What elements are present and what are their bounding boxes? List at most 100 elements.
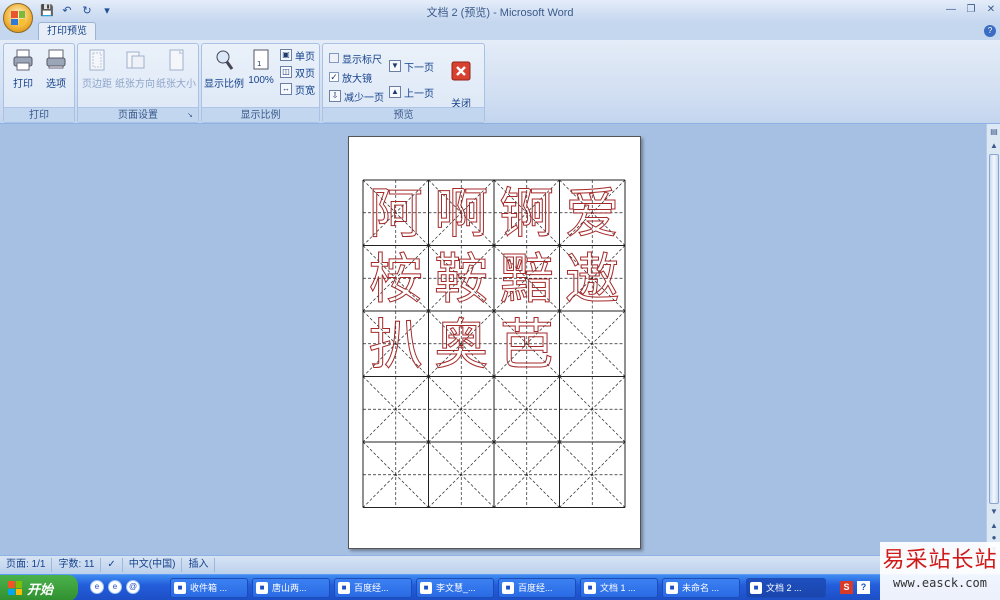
practice-character: 桉: [369, 247, 423, 310]
task-app-icon: ■: [750, 582, 762, 594]
taskbar-task[interactable]: ■ 李文慧_...: [416, 578, 494, 598]
orientation-icon: [126, 51, 145, 69]
task-label: 百度经...: [354, 583, 389, 593]
taskbar-task[interactable]: ■ 文档 1 ...: [580, 578, 658, 598]
next-page-button[interactable]: ▼ 下一页: [389, 58, 434, 74]
show-ruler-check-icon: [329, 53, 339, 63]
antivirus-tray-icon[interactable]: S: [840, 581, 853, 594]
practice-character: 锕: [500, 182, 554, 245]
office-logo-icon: [11, 11, 25, 25]
group-print: 打印 选项 打印: [3, 43, 75, 123]
prev-page-icon: ▲: [389, 86, 401, 98]
print-options-icon: [46, 49, 66, 69]
two-pages-button[interactable]: ◫ 双页: [280, 64, 315, 80]
options-button[interactable]: 选项: [40, 48, 72, 90]
taskbar-task[interactable]: ■ 未命名 ...: [662, 578, 740, 598]
group-label-print: 打印: [4, 107, 74, 122]
practice-character: 奥: [434, 313, 488, 376]
tianzige-grid: 阿啊锕爱桉鞍黯遨扒奥芭: [362, 179, 626, 508]
ribbon: 打印 选项 打印 页边距 纸张方向 纸张大小 页面设置 ↘ 显示比例 1 100…: [0, 40, 1000, 124]
zoom-100-button[interactable]: 1 100%: [246, 48, 276, 86]
ruler-toggle-icon[interactable]: ▤: [988, 126, 1000, 138]
task-app-icon: ■: [256, 582, 268, 594]
task-label: 李文慧_...: [436, 583, 476, 593]
office-button[interactable]: [3, 3, 33, 33]
page-width-button[interactable]: ↔ 页宽: [280, 81, 315, 97]
status-page[interactable]: 页面: 1/1: [0, 558, 53, 572]
magnifier-icon: [216, 50, 234, 70]
task-label: 未命名 ...: [682, 583, 720, 593]
group-page-setup: 页边距 纸张方向 纸张大小 页面设置 ↘: [77, 43, 199, 123]
browser-icon[interactable]: e: [90, 580, 104, 594]
print-button[interactable]: 打印: [8, 48, 38, 90]
zoom-button[interactable]: 显示比例: [204, 48, 244, 90]
svg-text:1: 1: [257, 60, 261, 68]
task-label: 唐山两...: [272, 583, 307, 593]
windows-flag-icon: [8, 581, 22, 595]
status-language[interactable]: 中文(中国): [123, 558, 183, 572]
one-page-button[interactable]: ▣ 单页: [280, 47, 315, 63]
show-ruler-checkbox[interactable]: 显示标尺: [329, 50, 382, 66]
ie-icon[interactable]: e: [108, 580, 122, 594]
margins-button[interactable]: 页边距: [80, 48, 114, 90]
practice-character: 鞍: [434, 247, 488, 310]
minimize-button[interactable]: —: [944, 3, 958, 17]
task-app-icon: ■: [584, 582, 596, 594]
status-insert-mode[interactable]: 插入: [182, 558, 216, 572]
title-bar: 💾 ↶ ↻ ▾ 文档 2 (预览) - Microsoft Word — ❐ ✕: [0, 0, 1000, 22]
start-button[interactable]: 开始: [0, 575, 78, 600]
close-window-button[interactable]: ✕: [984, 3, 998, 17]
one-page-icon: ▣: [280, 49, 292, 61]
two-pages-icon: ◫: [280, 66, 292, 78]
taskbar-task[interactable]: ■ 唐山两...: [252, 578, 330, 598]
magnifier-checkbox[interactable]: ✓ 放大镜: [329, 69, 372, 85]
close-preview-icon: [451, 61, 471, 81]
page-size-icon: [169, 49, 184, 71]
prev-browse-icon[interactable]: ▲: [988, 520, 1000, 532]
restore-button[interactable]: ❐: [964, 3, 978, 17]
help-tray-icon[interactable]: ?: [857, 581, 870, 594]
shrink-one-page-button[interactable]: ⇩ 减少一页: [329, 88, 384, 104]
tab-print-preview[interactable]: 打印预览: [38, 22, 96, 40]
status-words[interactable]: 字数: 11: [52, 558, 102, 572]
taskbar: 开始 e e @ ■ 收件箱 ... ■ 唐山两... ■ 百度经... ■ 李文慧_... ■…: [0, 574, 1000, 600]
preview-page[interactable]: 阿啊锕爱桉鞍黯遨扒奥芭: [348, 136, 641, 549]
practice-character: 芭: [500, 313, 554, 376]
next-page-icon: ▼: [389, 60, 401, 72]
taskbar-task[interactable]: ■ 收件箱 ...: [170, 578, 248, 598]
practice-character: 扒: [369, 313, 423, 376]
page-size-button[interactable]: 纸张大小: [156, 48, 196, 90]
watermark-url: www.easck.com: [893, 576, 987, 590]
task-app-icon: ■: [502, 582, 514, 594]
orientation-button[interactable]: 纸张方向: [115, 48, 155, 90]
prev-page-button[interactable]: ▲ 上一页: [389, 84, 434, 100]
group-preview: 显示标尺 ✓放大镜 ⇩减少一页 ▼下一页 ▲上一页 关闭 打印预览 预览: [322, 43, 485, 123]
help-icon[interactable]: ?: [984, 25, 996, 37]
window-title: 文档 2 (预览) - Microsoft Word: [426, 7, 574, 19]
quick-launch: e e @: [90, 580, 140, 594]
task-app-icon: ■: [420, 582, 432, 594]
page-width-icon: ↔: [280, 83, 292, 95]
group-label-page-setup: 页面设置: [78, 107, 198, 122]
group-label-preview: 预览: [323, 107, 484, 122]
proofing-icon[interactable]: ✓: [101, 558, 123, 572]
scroll-up-icon[interactable]: ▲: [988, 140, 1000, 152]
taskbar-task[interactable]: ■ 百度经...: [498, 578, 576, 598]
scroll-thumb[interactable]: [989, 154, 999, 504]
ribbon-tab-bar: 打印预览 ?: [0, 22, 1000, 40]
dialog-launcher-icon[interactable]: ↘: [187, 112, 195, 120]
document-area: 阿啊锕爱桉鞍黯遨扒奥芭: [0, 124, 986, 555]
shrink-page-icon: ⇩: [329, 90, 341, 102]
scroll-down-icon[interactable]: ▼: [988, 506, 1000, 518]
taskbar-task[interactable]: ■ 文档 2 ...: [746, 578, 826, 598]
group-zoom: 显示比例 1 100% ▣ 单页 ◫ 双页 ↔ 页宽 显示比例: [201, 43, 320, 123]
magnifier-check-icon: ✓: [329, 72, 339, 82]
app-icon[interactable]: @: [126, 580, 140, 594]
task-label: 文档 2 ...: [766, 583, 802, 593]
watermark-text: 易采站长站: [882, 548, 998, 573]
taskbar-task[interactable]: ■ 百度经...: [334, 578, 412, 598]
practice-character: 啊: [434, 182, 488, 245]
vertical-scrollbar[interactable]: ▤ ▲ ▼ ▲ ● ▼: [986, 124, 1000, 555]
practice-character: 黯: [500, 247, 554, 310]
task-app-icon: ■: [666, 582, 678, 594]
